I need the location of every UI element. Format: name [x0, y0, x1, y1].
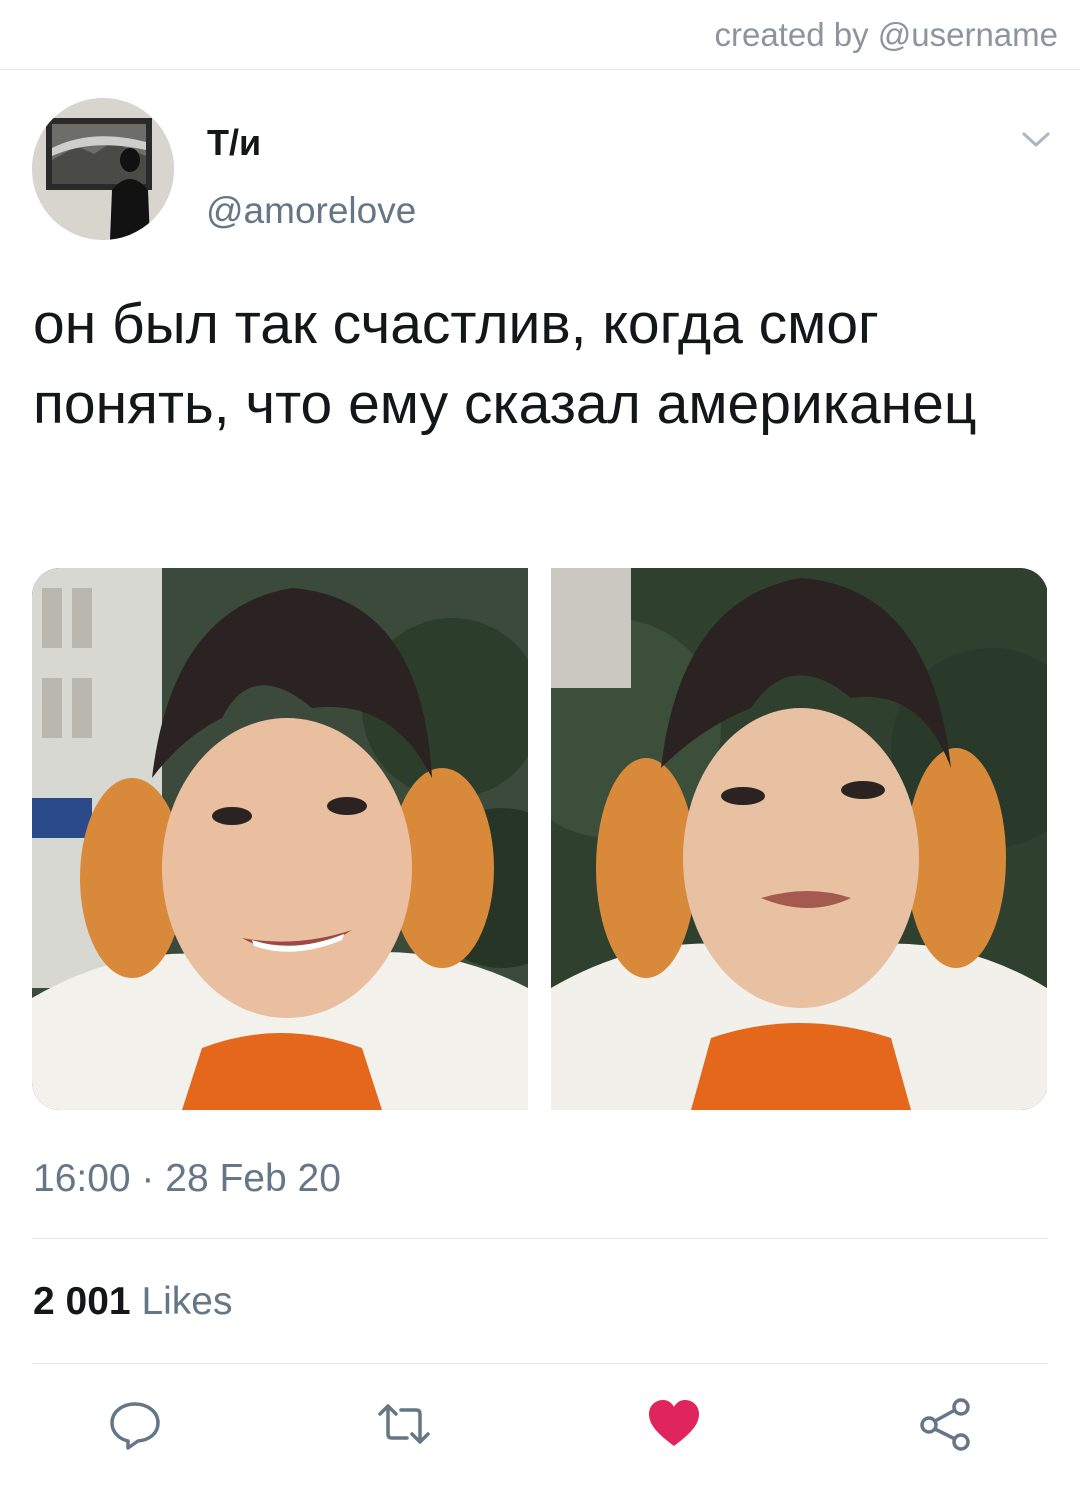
likes-count: 2 001	[33, 1280, 131, 1323]
top-bar: created by @username	[0, 0, 1080, 70]
tweet-text: он был так счастлив, когда смог понять, …	[33, 292, 977, 436]
media-grid	[32, 568, 1048, 1110]
divider	[32, 1238, 1048, 1239]
created-by-label: created by @username	[714, 16, 1058, 53]
divider	[32, 1363, 1048, 1364]
avatar-image	[32, 98, 174, 240]
likes-label: Likes	[141, 1280, 233, 1323]
reply-icon[interactable]	[107, 1396, 163, 1452]
chevron-down-icon[interactable]	[1018, 124, 1054, 154]
photo-1[interactable]	[32, 568, 528, 1110]
retweet-icon[interactable]	[376, 1396, 432, 1452]
author-name[interactable]: Т/и	[207, 122, 261, 164]
share-icon[interactable]	[917, 1396, 973, 1452]
tweet-timestamp: 16:00 · 28 Feb 20	[33, 1157, 341, 1200]
author-handle[interactable]: @amorelove	[206, 190, 416, 232]
avatar[interactable]	[32, 98, 174, 240]
likes-stat[interactable]: 2 001 Likes	[33, 1280, 233, 1324]
heart-icon[interactable]	[646, 1396, 702, 1452]
photo-2[interactable]	[551, 568, 1047, 1110]
